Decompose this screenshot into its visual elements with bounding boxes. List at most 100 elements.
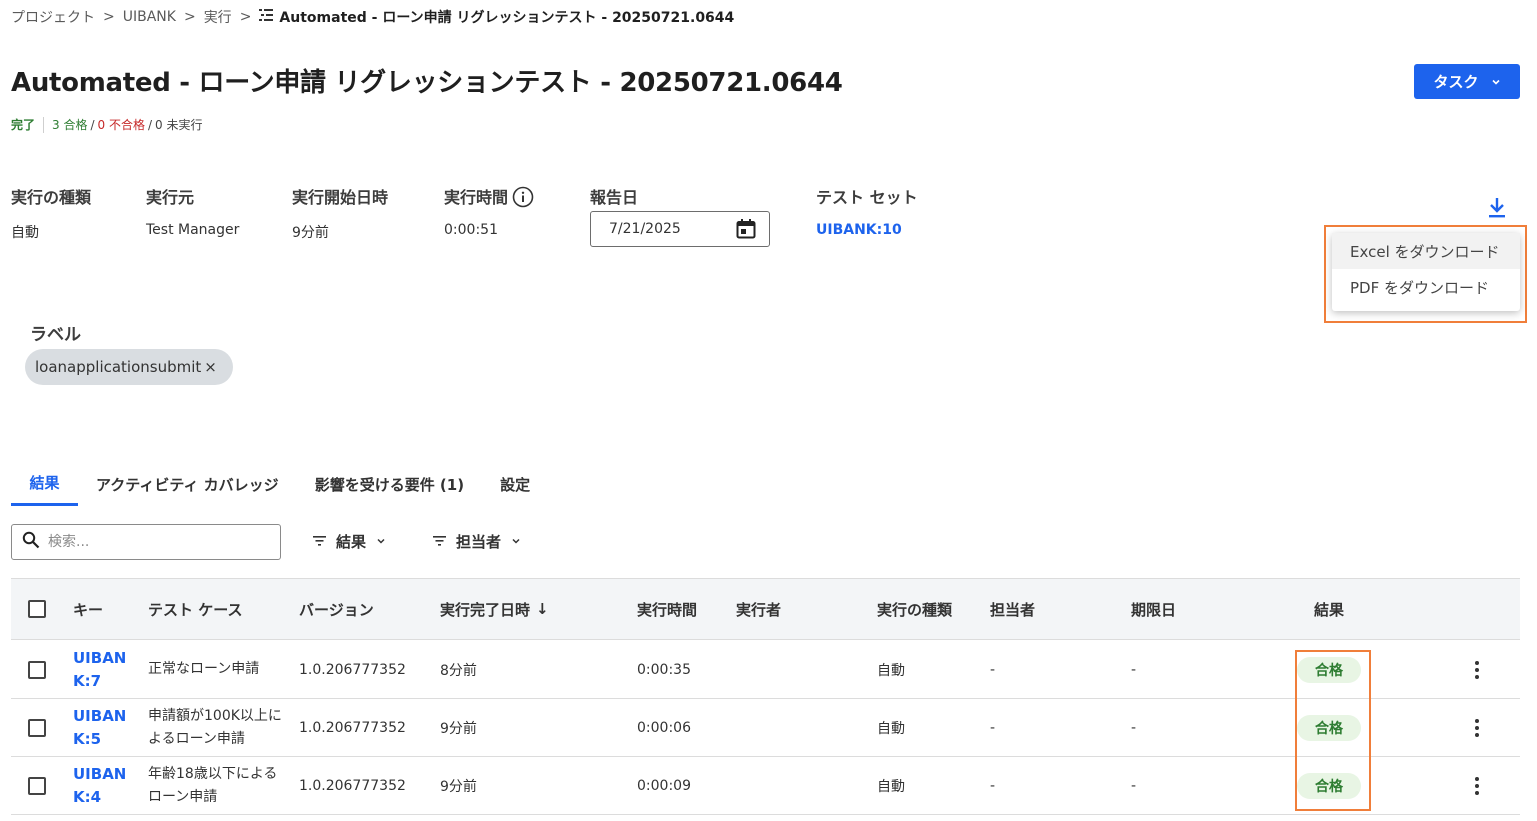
task-button-label: タスク — [1433, 73, 1479, 91]
chevron-down-icon — [376, 532, 386, 550]
search-input[interactable] — [46, 533, 270, 551]
report-date-label: 報告日 — [590, 188, 639, 207]
breadcrumb-separator: > — [239, 9, 252, 25]
row-select-cell — [28, 699, 46, 756]
row-completed: 9分前 — [440, 778, 477, 795]
search-icon — [22, 531, 40, 553]
tab-settings[interactable]: 設定 — [500, 462, 530, 506]
executed-by-value: Test Manager — [146, 222, 240, 238]
row-version: 1.0.206777352 — [299, 661, 406, 678]
row-type: 自動 — [877, 662, 905, 679]
row-key-link[interactable]: UIBANK:7 — [73, 647, 133, 693]
column-header-key[interactable]: キー — [73, 579, 103, 639]
label-chip: loanapplicationsubmit × — [25, 349, 233, 385]
row-select-cell — [28, 757, 46, 814]
download-icon[interactable] — [1486, 196, 1508, 220]
filter-icon — [433, 532, 446, 550]
duration-label: 実行時間 — [444, 184, 534, 212]
row-completed: 8分前 — [440, 662, 477, 679]
row-completed: 9分前 — [440, 720, 477, 737]
start-time-label: 実行開始日時 — [292, 188, 389, 207]
duration-label-text: 実行時間 — [444, 188, 509, 207]
report-date-input[interactable]: 7/21/2025 — [590, 211, 770, 247]
row-duration: 0:00:06 — [637, 719, 691, 736]
row-checkbox[interactable] — [28, 718, 46, 737]
not-run-count: 0 未実行 — [155, 118, 203, 132]
breadcrumb-separator: > — [183, 9, 196, 25]
column-header-test-case[interactable]: テスト ケース — [148, 579, 242, 639]
column-header-assignee[interactable]: 担当者 — [990, 579, 1035, 639]
row-assignee: - — [990, 777, 996, 794]
breadcrumb-current: Automated - ローン申請 リグレッションテスト - 20250721.… — [259, 7, 734, 27]
row-version: 1.0.206777352 — [299, 719, 406, 736]
task-button[interactable]: タスク — [1414, 64, 1520, 99]
row-duration: 0:00:35 — [637, 661, 691, 678]
row-checkbox[interactable] — [28, 776, 46, 795]
label-chip-text: loanapplicationsubmit — [35, 358, 202, 376]
sort-arrow-icon: ↓ — [536, 600, 549, 618]
calendar-icon[interactable] — [735, 218, 757, 244]
row-key-link[interactable]: UIBANK:5 — [73, 705, 133, 751]
kebab-menu-icon[interactable] — [1469, 757, 1485, 814]
test-set-label: テスト セット — [816, 188, 918, 207]
row-due-date: - — [1131, 719, 1137, 736]
table-row: UIBANK:7 正常なローン申請 1.0.206777352 8分前 0:00… — [11, 641, 1520, 699]
column-header-version[interactable]: バージョン — [299, 579, 374, 639]
breadcrumb-current-label: Automated - ローン申請 リグレッションテスト - 20250721.… — [279, 10, 735, 26]
filter-assignee-label: 担当者 — [456, 532, 502, 551]
row-duration: 0:00:09 — [637, 777, 691, 794]
select-all-checkbox[interactable] — [28, 600, 46, 618]
slash: / — [147, 117, 153, 132]
breadcrumb-item-execution[interactable]: 実行 — [204, 7, 232, 27]
row-checkbox[interactable] — [28, 660, 46, 679]
test-set-link[interactable]: UIBANK:10 — [816, 222, 902, 238]
failed-count: 0 不合格 — [97, 118, 145, 132]
download-menu: Excel をダウンロード PDF をダウンロード — [1332, 233, 1520, 311]
executed-by-label: 実行元 — [146, 188, 195, 207]
filter-result-label: 結果 — [336, 532, 367, 551]
menu-item-excel-download[interactable]: Excel をダウンロード — [1332, 233, 1520, 269]
filter-result-button[interactable]: 結果 — [313, 523, 386, 559]
table-row: UIBANK:5 申請額が100K以上によるローン申請 1.0.20677735… — [11, 699, 1520, 757]
row-assignee: - — [990, 719, 996, 736]
page-title: Automated - ローン申請 リグレッションテスト - 20250721.… — [11, 68, 843, 98]
row-test-case: 年齢18歳以下によるローン申請 — [148, 765, 278, 805]
column-header-duration[interactable]: 実行時間 — [637, 579, 697, 639]
start-time-value: 9分前 — [292, 225, 329, 241]
column-header-type[interactable]: 実行の種類 — [877, 579, 952, 639]
menu-item-pdf-download[interactable]: PDF をダウンロード — [1332, 269, 1520, 305]
table-header: キー テスト ケース バージョン 実行完了日時 ↓ 実行時間 実行者 実行の種類… — [11, 578, 1520, 640]
report-date-value: 7/21/2025 — [609, 221, 681, 237]
execution-type-value: 自動 — [11, 225, 39, 241]
duration-value: 0:00:51 — [444, 222, 498, 238]
row-test-case: 申請額が100K以上によるローン申請 — [148, 707, 282, 747]
close-icon[interactable]: × — [204, 358, 217, 376]
breadcrumb: プロジェクト > UIBANK > 実行 > Automated - ローン申請… — [11, 7, 734, 27]
tab-results[interactable]: 結果 — [11, 462, 78, 506]
tab-affected-requirements[interactable]: 影響を受ける要件 (1) — [315, 462, 464, 506]
column-header-result[interactable]: 結果 — [1314, 579, 1344, 639]
tab-activity-coverage[interactable]: アクティビティ カバレッジ — [96, 462, 279, 506]
divider — [43, 116, 45, 133]
breadcrumb-item-project[interactable]: プロジェクト — [11, 7, 95, 27]
row-version: 1.0.206777352 — [299, 777, 406, 794]
info-icon[interactable] — [512, 186, 534, 212]
slash: / — [90, 117, 95, 132]
row-assignee: - — [990, 661, 996, 678]
row-key-link[interactable]: UIBANK:4 — [73, 763, 133, 809]
kebab-menu-icon[interactable] — [1469, 641, 1485, 698]
breadcrumb-separator: > — [103, 9, 115, 25]
table-row: UIBANK:4 年齢18歳以下によるローン申請 1.0.206777352 9… — [11, 757, 1520, 815]
status-badge: 完了 — [11, 118, 36, 132]
row-select-cell — [28, 641, 46, 698]
row-due-date: - — [1131, 661, 1137, 678]
column-header-executor[interactable]: 実行者 — [736, 579, 781, 639]
breadcrumb-item-uibank[interactable]: UIBANK — [123, 9, 176, 25]
row-test-case: 正常なローン申請 — [148, 661, 260, 677]
chevron-down-icon — [1491, 73, 1501, 91]
column-header-due-date[interactable]: 期限日 — [1131, 579, 1176, 639]
filter-icon — [313, 532, 326, 550]
kebab-menu-icon[interactable] — [1469, 699, 1485, 756]
column-header-completed[interactable]: 実行完了日時 ↓ — [440, 579, 549, 639]
filter-assignee-button[interactable]: 担当者 — [433, 523, 521, 559]
